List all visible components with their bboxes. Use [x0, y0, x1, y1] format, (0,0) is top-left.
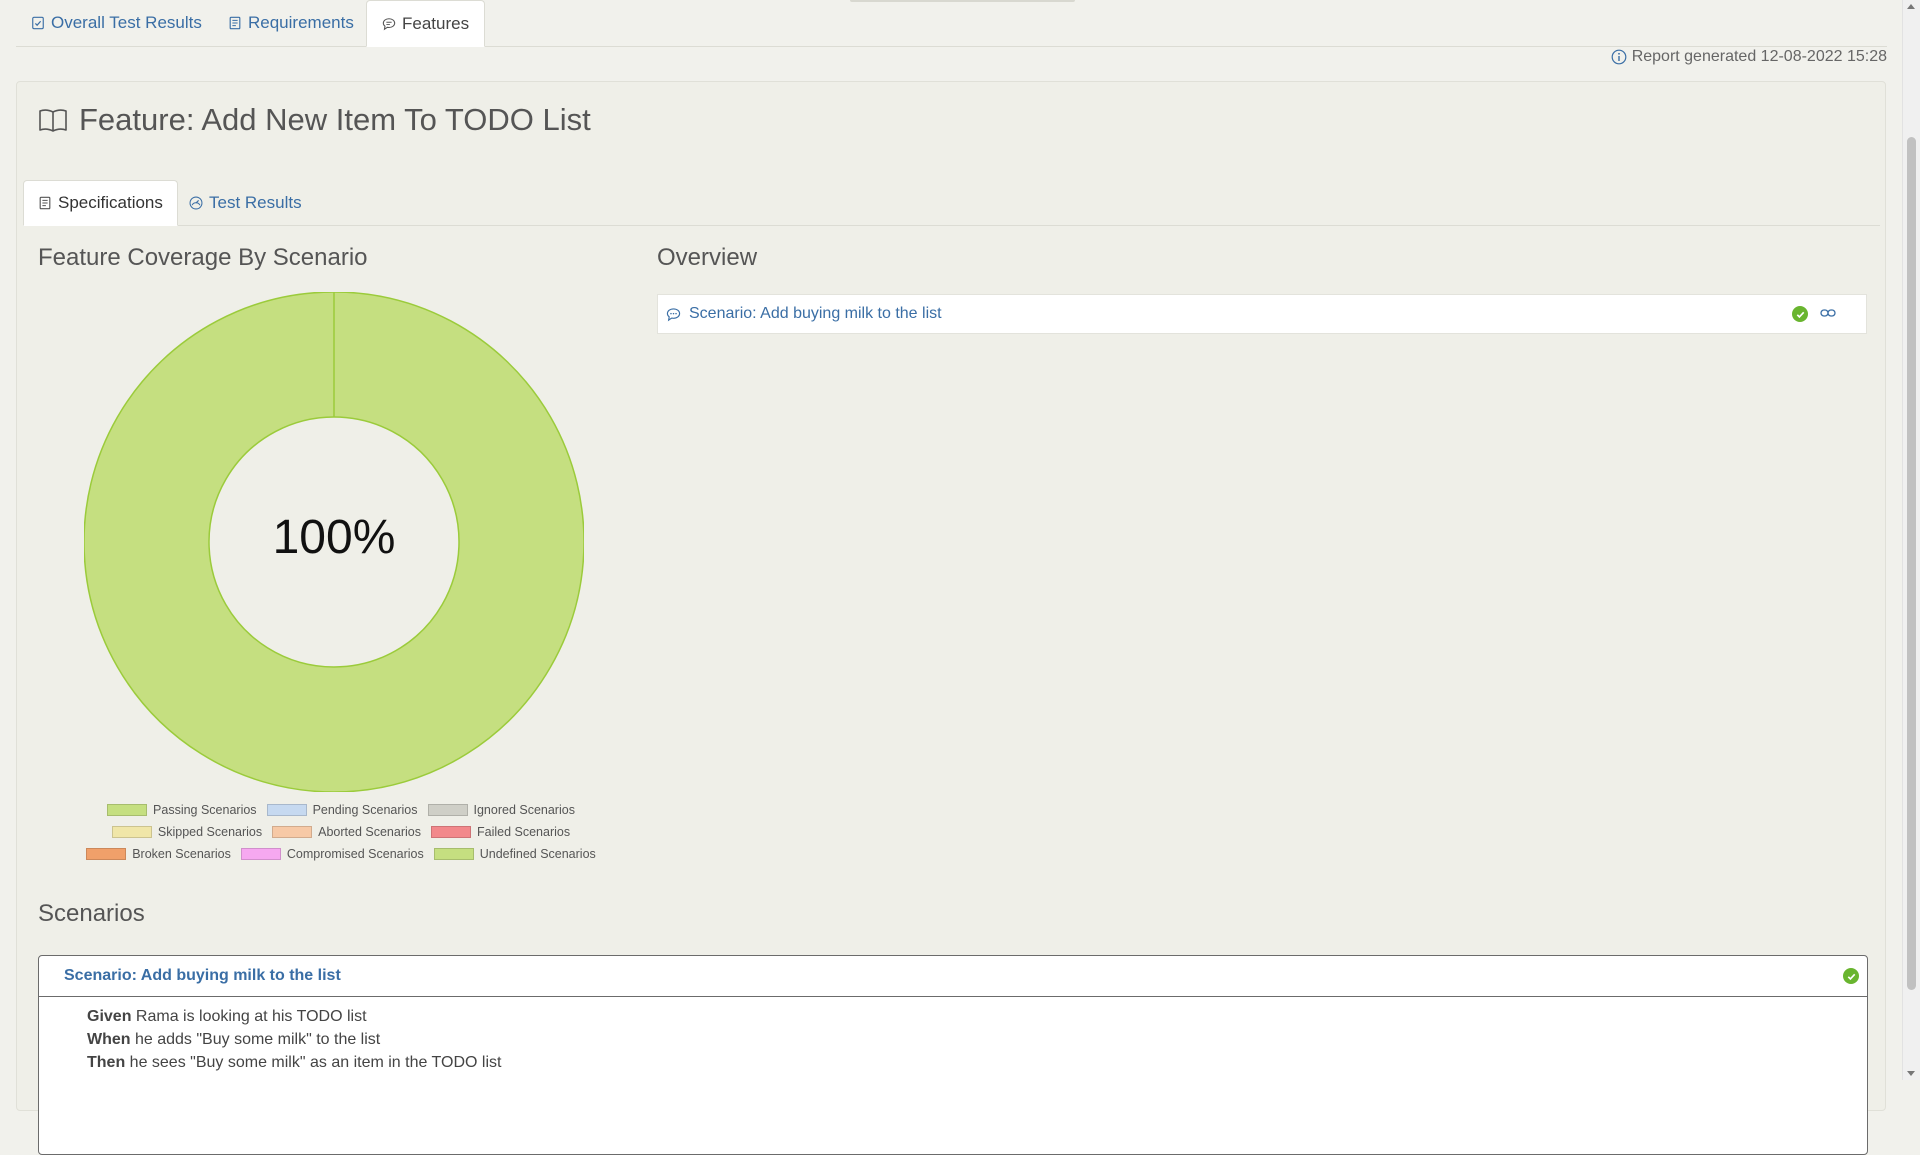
book-icon [39, 109, 67, 132]
legend-label: Passing Scenarios [153, 803, 257, 817]
page-title: Feature: Add New Item To TODO List [37, 102, 591, 138]
legend-swatch [107, 804, 148, 816]
tab-features[interactable]: Features [366, 0, 486, 47]
document-icon [229, 16, 241, 30]
scroll-indicator [850, 0, 1075, 2]
legend-label: Aborted Scenarios [318, 825, 421, 839]
step-keyword: When [87, 1031, 131, 1048]
tab-label: Requirements [248, 13, 354, 32]
step-given: Given Rama is looking at his TODO list [87, 1005, 1867, 1028]
tab-specifications[interactable]: Specifications [23, 180, 178, 226]
legend-item[interactable]: Pending Scenarios [266, 803, 418, 817]
checklist-icon [32, 16, 44, 30]
top-tab-bar: Overall Test Results Requirements Featur… [16, 0, 1887, 47]
vertical-scrollbar[interactable] [1902, 0, 1920, 1080]
scroll-thumb[interactable] [1907, 137, 1916, 990]
report-generated-text: Report generated 12-08-2022 15:28 [1631, 48, 1887, 65]
feature-title-text: Feature: Add New Item To TODO List [79, 102, 591, 137]
comment-icon [382, 17, 396, 30]
step-text: he sees "Buy some milk" as an item in th… [125, 1054, 502, 1071]
scroll-down-arrow-icon[interactable] [1907, 1071, 1915, 1076]
tab-label: Features [402, 13, 470, 33]
scenario-header[interactable]: Scenario: Add buying milk to the list [39, 956, 1867, 997]
tab-label: Overall Test Results [51, 13, 202, 32]
tab-label: Specifications [58, 193, 163, 212]
legend-row: Skipped Scenarios Aborted Scenarios Failed… [81, 821, 601, 843]
legend-item[interactable]: Compromised Scenarios [240, 847, 424, 861]
tab-test-results[interactable]: Test Results [175, 180, 316, 225]
scenarios-heading: Scenarios [38, 900, 145, 927]
legend-swatch [433, 848, 474, 860]
legend-label: Pending Scenarios [312, 803, 418, 817]
legend-swatch [272, 826, 313, 838]
legend-swatch [427, 804, 468, 816]
donut-center-label: 100% [272, 510, 396, 564]
legend-label: Compromised Scenarios [286, 847, 424, 861]
legend-item[interactable]: Broken Scenarios [86, 847, 231, 861]
legend-swatch [240, 848, 281, 860]
report-generated: Report generated 12-08-2022 15:28 [1611, 48, 1887, 66]
legend-item[interactable]: Aborted Scenarios [272, 825, 421, 839]
scenario-title[interactable]: Scenario: Add buying milk to the list [64, 967, 341, 985]
scenario-steps: Given Rama is looking at his TODO list W… [39, 997, 1867, 1074]
legend-swatch [266, 804, 307, 816]
overview-scenario-link[interactable]: Scenario: Add buying milk to the list [689, 305, 942, 323]
overview-scenario-row[interactable]: Scenario: Add buying milk to the list [657, 294, 1867, 334]
legend-row: Broken Scenarios Compromised Scenarios Und… [81, 843, 601, 865]
check-circle-icon [1792, 306, 1808, 322]
legend-item[interactable]: Failed Scenarios [430, 825, 571, 839]
check-circle-icon [1843, 968, 1859, 984]
step-keyword: Then [87, 1054, 126, 1071]
step-text: Rama is looking at his TODO list [131, 1008, 367, 1025]
link-icon[interactable] [1820, 305, 1836, 323]
tab-label: Test Results [209, 192, 302, 212]
legend-label: Failed Scenarios [476, 825, 571, 839]
legend-label: Ignored Scenarios [473, 803, 575, 817]
dashboard-icon [189, 196, 203, 209]
coverage-heading: Feature Coverage By Scenario [38, 244, 368, 271]
step-text: he adds "Buy some milk" to the list [130, 1031, 381, 1048]
legend-swatch [430, 826, 471, 838]
step-when: When he adds "Buy some milk" to the list [87, 1028, 1867, 1051]
step-keyword: Given [87, 1008, 132, 1025]
info-icon [1611, 49, 1627, 65]
legend-swatch [111, 826, 152, 838]
legend-item[interactable]: Ignored Scenarios [427, 803, 575, 817]
legend-item[interactable]: Undefined Scenarios [433, 847, 596, 861]
tab-requirements[interactable]: Requirements [213, 0, 369, 46]
legend-item[interactable]: Passing Scenarios [107, 803, 257, 817]
overview-heading: Overview [657, 244, 758, 271]
legend-label: Broken Scenarios [132, 847, 231, 861]
overview-status-icons [1792, 305, 1836, 323]
legend-row: Passing Scenarios Pending Scenarios Ignore… [81, 799, 601, 821]
tab-overall-test-results[interactable]: Overall Test Results [16, 0, 217, 46]
scroll-up-arrow-icon[interactable] [1907, 4, 1915, 9]
legend-swatch [86, 848, 127, 860]
step-then: Then he sees "Buy some milk" as an item … [87, 1051, 1867, 1074]
comment-icon [666, 307, 681, 321]
coverage-donut-chart: 100% [83, 291, 585, 793]
scenario-card: Scenario: Add buying milk to the list Gi… [38, 955, 1868, 1155]
sub-tab-bar: Specifications Test Results [23, 180, 1880, 226]
feature-panel: Feature: Add New Item To TODO List Speci… [16, 81, 1886, 1155]
chart-legend: Passing Scenarios Pending Scenarios Ignore… [81, 799, 601, 865]
legend-item[interactable]: Skipped Scenarios [111, 825, 263, 839]
legend-label: Undefined Scenarios [479, 847, 596, 861]
legend-label: Skipped Scenarios [157, 825, 263, 839]
document-icon [39, 196, 51, 210]
